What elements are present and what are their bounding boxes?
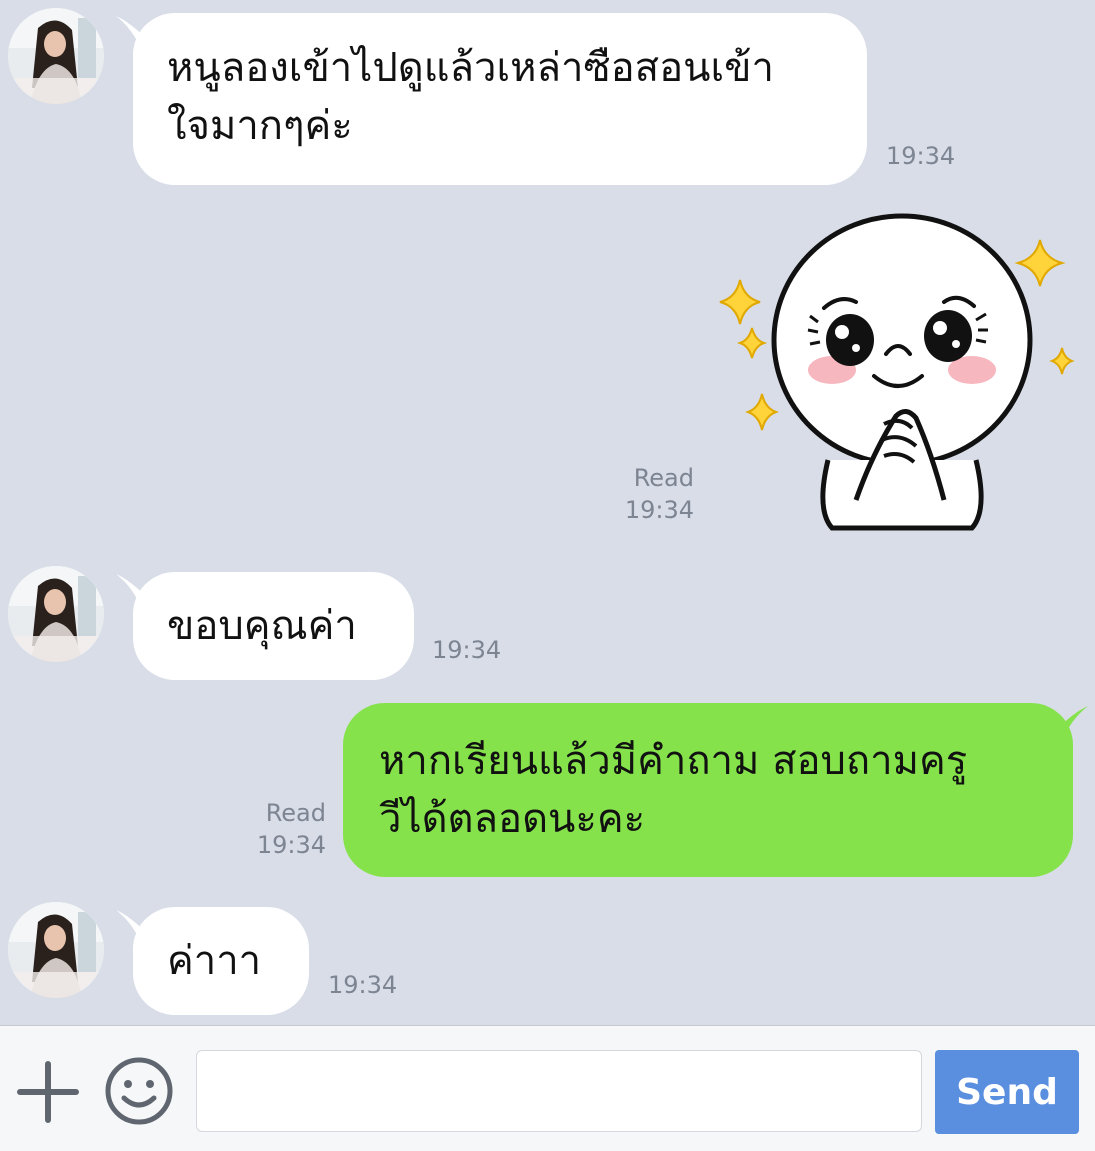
message-time: 19:34: [432, 636, 502, 664]
outgoing-message-bubble[interactable]: หากเรียนแล้วมีคำถาม สอบถามครู วีได้ตลอดน…: [343, 703, 1073, 877]
bubble-tail: [1054, 706, 1088, 742]
message-meta: Read 19:34: [590, 462, 694, 526]
message-time: 19:34: [624, 496, 694, 524]
message-input[interactable]: [196, 1050, 922, 1132]
incoming-message-bubble[interactable]: ขอบคุณค่า: [133, 572, 414, 680]
contact-avatar[interactable]: [8, 566, 104, 662]
message-text-line: วีได้ตลอดนะคะ: [379, 796, 646, 842]
chat-area[interactable]: หนูลองเข้าไปดูแล้วเหล่าซือสอนเข้า ใจมากๆ…: [0, 0, 1095, 1025]
plus-icon[interactable]: [16, 1060, 80, 1124]
contact-avatar[interactable]: [8, 902, 104, 998]
message-text-line: หากเรียนแล้วมีคำถาม สอบถามครู: [379, 738, 968, 784]
message-text-line: ใจมากๆค่ะ: [167, 103, 353, 149]
message-time: 19:34: [256, 831, 326, 859]
contact-avatar[interactable]: [8, 8, 104, 104]
message-input-bar: Send: [0, 1025, 1095, 1151]
message-time: 19:34: [886, 142, 956, 170]
read-receipt: Read: [633, 464, 694, 492]
message-meta: Read 19:34: [222, 797, 326, 861]
send-button[interactable]: Send: [935, 1050, 1079, 1134]
message-text-line: หนูลองเข้าไปดูแล้วเหล่าซือสอนเข้า: [167, 45, 774, 91]
incoming-message-bubble[interactable]: ค่าาา: [133, 907, 309, 1015]
message-text-line: ค่าาา: [167, 938, 262, 984]
message-text-line: ขอบคุณค่า: [167, 603, 357, 649]
moon-pleading-sticker[interactable]: [706, 210, 1086, 540]
read-receipt: Read: [265, 799, 326, 827]
message-time: 19:34: [328, 971, 398, 999]
smiley-icon[interactable]: [104, 1056, 174, 1126]
incoming-message-bubble[interactable]: หนูลองเข้าไปดูแล้วเหล่าซือสอนเข้า ใจมากๆ…: [133, 13, 867, 185]
